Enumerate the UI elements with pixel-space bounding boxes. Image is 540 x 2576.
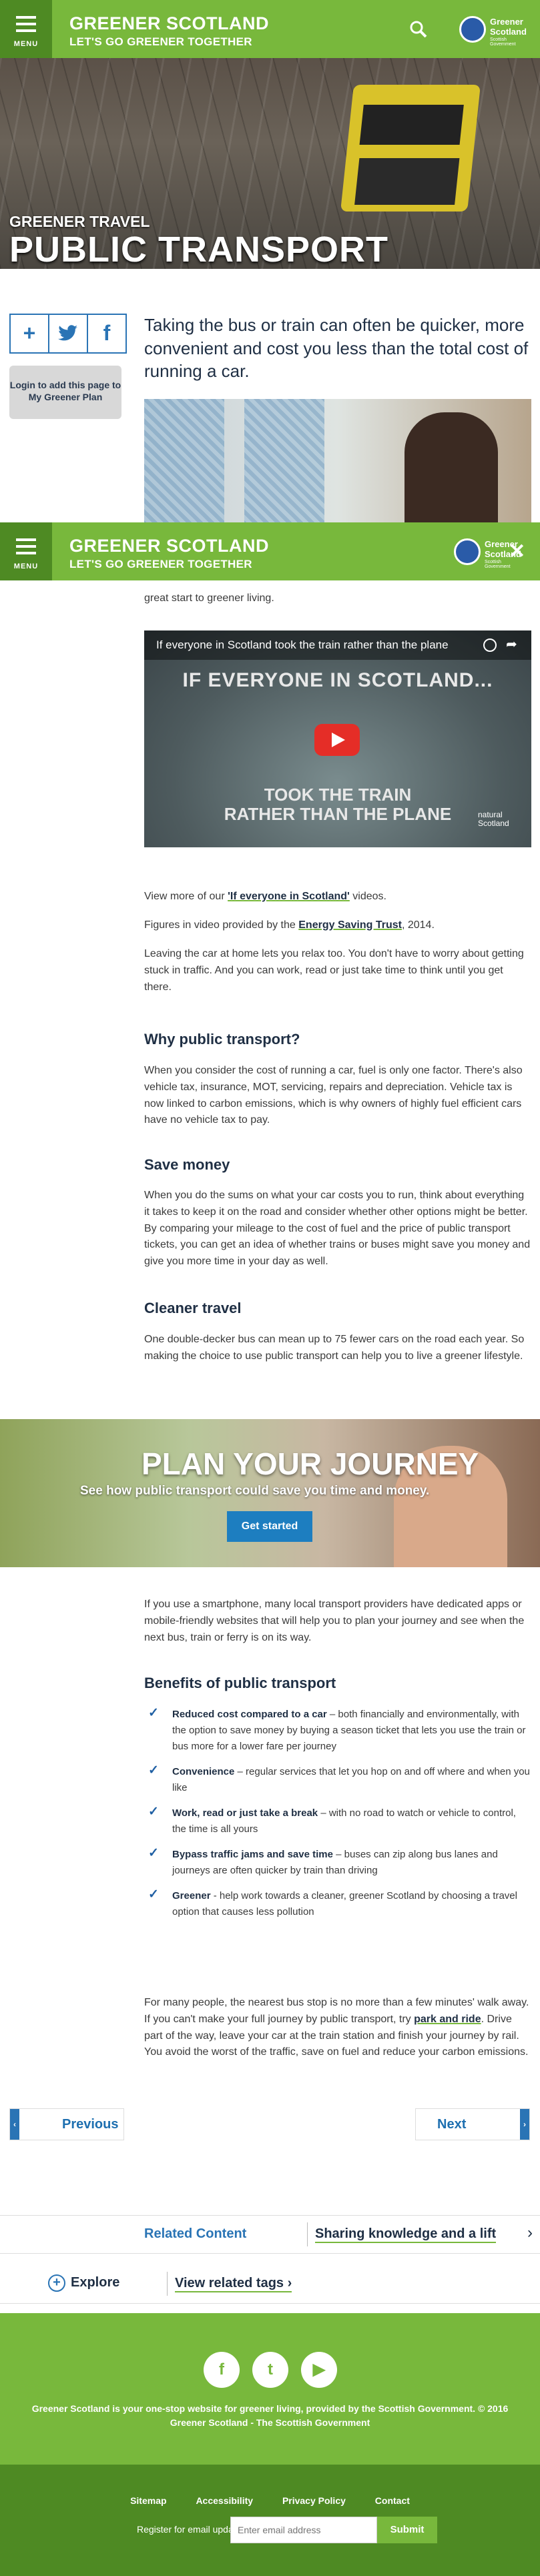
brand-tagline: LET'S GO GREENER TOGETHER xyxy=(69,558,252,570)
chevron-left-icon: ‹ xyxy=(10,2109,19,2140)
footer-text: Greener Scotland is your one-stop websit… xyxy=(31,2403,509,2428)
twitter-icon xyxy=(58,325,77,341)
facebook-icon: f xyxy=(103,321,111,345)
previous-button[interactable]: ‹ Previous xyxy=(9,2108,124,2140)
brand-title: GREENER SCOTLAND xyxy=(69,13,270,33)
if-everyone-link[interactable]: 'If everyone in Scotland' xyxy=(228,891,350,902)
list-item: ✓ Convenience – regular services that let… xyxy=(148,1763,530,1793)
close-icon[interactable]: ✕ xyxy=(509,540,525,563)
facebook-icon[interactable]: f xyxy=(204,2352,240,2388)
list-item: ✓ Bypass traffic jams and save time – bus… xyxy=(148,1846,498,1876)
logo-subtitle: Scottish Government xyxy=(490,37,516,47)
sticky-brand[interactable]: GREENER SCOTLAND LET'S GO GREENER TOGETH… xyxy=(69,537,269,570)
watch-later-icon[interactable] xyxy=(483,638,497,652)
sticky-menu-button[interactable]: MENU xyxy=(0,522,52,580)
smartphone-paragraph: If you use a smartphone, many local tran… xyxy=(144,1599,525,1643)
video-title[interactable]: If everyone in Scotland took the train r… xyxy=(144,630,531,660)
check-icon: ✓ xyxy=(148,1706,159,1720)
get-started-button[interactable]: Get started xyxy=(227,1511,312,1542)
check-icon: ✓ xyxy=(148,1763,159,1777)
related-content-label: Related Content xyxy=(144,2226,247,2241)
energy-saving-trust-link[interactable]: Energy Saving Trust xyxy=(298,919,402,931)
site-footer xyxy=(0,2313,540,2465)
saltire-icon xyxy=(454,538,481,565)
train-image xyxy=(340,85,481,211)
check-icon: ✓ xyxy=(148,1805,159,1819)
park-and-ride-link[interactable]: park and ride xyxy=(414,2014,481,2025)
save-heading: Save money xyxy=(144,1156,230,1173)
why-paragraph: When you consider the cost of running a … xyxy=(144,1065,523,1126)
twitter-share-button[interactable] xyxy=(48,314,88,354)
add-to-plan-button[interactable]: + xyxy=(9,314,49,354)
hero-title: PUBLIC TRANSPORT xyxy=(9,230,388,269)
menu-label: MENU xyxy=(13,562,39,570)
chevron-right-icon: › xyxy=(520,2109,529,2140)
brand-title: GREENER SCOTLAND xyxy=(69,536,270,556)
partial-paragraph: great start to greener living. xyxy=(144,592,274,604)
related-item-link[interactable]: Sharing knowledge and a lift xyxy=(315,2226,497,2243)
accessibility-link[interactable]: Accessibility xyxy=(196,2495,253,2506)
share-icon[interactable]: ➦ xyxy=(506,636,517,653)
government-logo[interactable]: Greener Scotland Scottish Government xyxy=(459,15,533,47)
cleaner-heading: Cleaner travel xyxy=(144,1300,242,1316)
plan-subtitle: See how public transport could save you … xyxy=(80,1484,430,1498)
hero-subtitle: GREENER TRAVEL xyxy=(9,213,150,230)
closing-paragraph: For many people, the nearest bus stop is… xyxy=(144,1997,529,2058)
plan-title: PLAN YOUR JOURNEY xyxy=(142,1446,479,1481)
natural-scotland-logo: natural Scotland xyxy=(478,810,509,829)
video-player[interactable]: IF EVERYONE IN SCOTLAND... TOOK THE TRAI… xyxy=(144,630,531,847)
list-item: ✓ Reduced cost compared to a car – both f… xyxy=(148,1706,526,1752)
intro-text: Taking the bus or train can often be qui… xyxy=(144,315,529,382)
view-more-paragraph: View more of our 'If everyone in Scotlan… xyxy=(144,891,386,902)
login-to-add-button[interactable]: Login to add this page to My Greener Pla… xyxy=(9,366,121,419)
email-input[interactable] xyxy=(230,2517,377,2543)
list-item: ✓ Greener - help work towards a cleaner, … xyxy=(148,1887,517,1917)
cleaner-paragraph: One double-decker bus can mean up to 75 … xyxy=(144,1334,525,1362)
hamburger-icon xyxy=(16,16,36,36)
check-icon: ✓ xyxy=(148,1846,159,1860)
next-button[interactable]: Next › xyxy=(415,2108,530,2140)
related-content-bar: Related Content Sharing knowledge and a … xyxy=(0,2215,540,2254)
contact-link[interactable]: Contact xyxy=(375,2495,410,2506)
sticky-header: MENU GREENER SCOTLAND LET'S GO GREENER T… xyxy=(0,522,540,580)
view-related-tags-link[interactable]: View related tags › xyxy=(175,2276,292,2292)
logo-title: Greener Scotland xyxy=(490,17,527,37)
search-icon[interactable] xyxy=(409,20,428,39)
why-heading: Why public transport? xyxy=(144,1031,300,1047)
play-button[interactable] xyxy=(314,724,360,756)
site-brand[interactable]: GREENER SCOTLAND LET'S GO GREENER TOGETH… xyxy=(69,13,270,48)
plus-icon: + xyxy=(48,2274,65,2292)
hero-banner: GREENER TRAVEL PUBLIC TRANSPORT xyxy=(0,58,540,269)
plan-journey-banner: PLAN YOUR JOURNEY See how public transpo… xyxy=(0,1419,540,1567)
list-item: ✓ Work, read or just take a break – with … xyxy=(148,1805,516,1835)
benefits-list: ✓ Reduced cost compared to a car – both f… xyxy=(144,1707,531,1929)
plus-icon: + xyxy=(23,321,36,345)
video-overlay-bottom: TOOK THE TRAIN RATHER THAN THE PLANE xyxy=(224,785,452,824)
footer-links: Sitemap Accessibility Privacy Policy Con… xyxy=(0,2495,540,2506)
sitemap-link[interactable]: Sitemap xyxy=(130,2495,166,2506)
privacy-policy-link[interactable]: Privacy Policy xyxy=(282,2495,346,2506)
figures-paragraph: Figures in video provided by the Energy … xyxy=(144,919,435,931)
menu-label: MENU xyxy=(13,40,39,48)
save-paragraph: When you do the sums on what your car co… xyxy=(144,1190,531,1268)
benefits-heading: Benefits of public transport xyxy=(144,1675,336,1691)
menu-button[interactable]: MENU xyxy=(0,0,52,58)
youtube-icon[interactable]: ▶ xyxy=(301,2352,337,2388)
brand-tagline: LET'S GO GREENER TOGETHER xyxy=(69,35,252,48)
explore-bar: + Explore View related tags › xyxy=(0,2265,540,2304)
site-header: MENU GREENER SCOTLAND LET'S GO GREENER T… xyxy=(0,0,540,58)
chevron-right-icon[interactable]: › xyxy=(527,2224,533,2242)
submit-button[interactable]: Submit xyxy=(377,2517,437,2543)
twitter-icon[interactable]: t xyxy=(252,2352,288,2388)
saltire-icon xyxy=(459,16,486,43)
woman-on-train-photo xyxy=(144,399,531,526)
facebook-share-button[interactable]: f xyxy=(87,314,127,354)
email-label: Register for email updates xyxy=(137,2524,246,2535)
hamburger-icon xyxy=(16,538,36,558)
explore-button[interactable]: + Explore xyxy=(48,2274,119,2292)
leave-car-paragraph: Leaving the car at home lets you relax t… xyxy=(144,948,524,993)
check-icon: ✓ xyxy=(148,1887,159,1901)
video-overlay-top: IF EVERYONE IN SCOTLAND... xyxy=(182,669,493,691)
